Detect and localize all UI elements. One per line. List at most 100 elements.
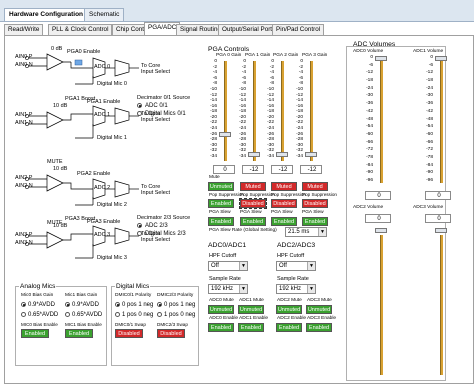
chevron-down-icon: ▼ — [318, 228, 326, 236]
pga1-slew-button[interactable]: Enabled — [240, 217, 266, 226]
adc0-volume-scale-tick-label: -84 — [366, 162, 373, 168]
adc3-mute-button[interactable]: Unmuted — [306, 305, 332, 314]
pga2-scale-tick-label: -34 — [267, 154, 274, 159]
pga0-gain-slider-track[interactable] — [224, 61, 227, 161]
adc1-volume-slider-thumb[interactable] — [435, 56, 447, 61]
dec01-adc-radio[interactable] — [137, 103, 142, 108]
adc1-label: ADC 1 — [94, 112, 111, 118]
adc1-volume-value[interactable]: 0 — [425, 191, 451, 200]
adc1-volume-scale-tick-label: 0 — [430, 55, 433, 60]
pga2-mute-button[interactable]: Muted — [271, 182, 297, 191]
adc0-volume-value[interactable]: 0 — [365, 191, 391, 200]
adc2-mute-button[interactable]: Unmuted — [276, 305, 302, 314]
adc1-mute-label: ADC1 Mute — [239, 298, 264, 303]
mic0-bias-09-radio[interactable] — [21, 302, 26, 307]
pga3-gain-slider-thumb[interactable] — [305, 152, 317, 157]
adc3-volume-slider-track[interactable] — [440, 235, 443, 375]
mic0-bias-enable-label: MIC0 Bias Enable — [21, 322, 58, 327]
dec23-dmic-label: Digital Mics 2/3 — [145, 231, 186, 237]
dmic23-swap-button[interactable]: Disabled — [157, 329, 185, 338]
dmic01-swap-button[interactable]: Disabled — [115, 329, 143, 338]
pga1-gain-value[interactable]: -12 — [242, 165, 264, 174]
pga1-mute-button[interactable]: Muted — [240, 182, 266, 191]
adc2-enable-button[interactable]: Enabled — [276, 323, 302, 332]
adc1-enable-button[interactable]: Enabled — [238, 323, 264, 332]
pga3-mute-button[interactable]: Muted — [302, 182, 328, 191]
adc0-volume-scale-tick-label: -54 — [366, 124, 373, 130]
adc1-enable-label: ADC1 Enable — [239, 316, 269, 321]
adc23-rate-select[interactable]: 192 kHz ▼ — [276, 284, 316, 294]
pga0-pop-button[interactable]: Enabled — [208, 199, 234, 208]
pga2-pop-button[interactable]: Disabled — [271, 199, 297, 208]
pga2-scale-tick-label: -10 — [267, 86, 274, 92]
adc0-volume-scale-tick-label: -48 — [366, 116, 373, 122]
pga2-gain-value[interactable]: -12 — [271, 165, 293, 174]
mic1-bias-065-radio[interactable] — [65, 312, 70, 317]
pga3-pop-label: Pop Suppression — [302, 192, 337, 197]
adc01-rate-select[interactable]: 192 kHz ▼ — [208, 284, 248, 294]
adc1-mute-button[interactable]: Unmuted — [238, 305, 264, 314]
adc2-volume-value[interactable]: 0 — [365, 214, 391, 223]
mic0-bias-enable-button[interactable]: Enabled — [21, 329, 49, 338]
tab-output-serial-port[interactable]: Output/Serial Port — [218, 24, 277, 35]
tab-pll-clock-control[interactable]: PLL & Clock Control — [48, 24, 113, 35]
pga2-slew-button[interactable]: Enabled — [271, 217, 297, 226]
pga2-gain-slider-track[interactable] — [281, 61, 284, 161]
digital-mic-2-label: Digital Mic 2 — [97, 202, 127, 208]
dmic01-pos0-radio[interactable] — [115, 312, 120, 317]
adc0-volume-scale-tick-label: -30 — [366, 93, 373, 99]
adc2-volume-slider-thumb[interactable] — [375, 228, 387, 233]
adc01-hpf-select[interactable]: Off ▼ — [208, 261, 248, 271]
adc3-volume-value[interactable]: 0 — [425, 214, 451, 223]
pga2-gain-slider-thumb[interactable] — [276, 152, 288, 157]
tab-hardware-configuration[interactable]: Hardware Configuration — [4, 8, 89, 21]
mute-label-2: MUTE — [47, 159, 63, 165]
adc0-volume-slider-track[interactable] — [380, 58, 383, 183]
mic1-bias-enable-button[interactable]: Enabled — [65, 329, 93, 338]
pga0-gain-value[interactable]: 0 — [213, 165, 235, 174]
pga3-gain-slider-track[interactable] — [310, 61, 313, 161]
slew-rate-select[interactable]: 21.5 ms ▼ — [285, 227, 327, 237]
tab-read-write[interactable]: Read/Write — [4, 24, 44, 35]
pga0-gain-slider-thumb[interactable] — [219, 132, 231, 137]
dec23-adc-radio[interactable] — [137, 223, 142, 228]
adc0-volume-slider-thumb[interactable] — [375, 56, 387, 61]
pga1-pop-button[interactable]: Disabled — [239, 198, 267, 209]
pga0-gain-label: PGA 0 Gain — [216, 53, 242, 58]
pga3-pop-button[interactable]: Disabled — [302, 199, 328, 208]
adc23-hpf-select[interactable]: Off ▼ — [276, 261, 316, 271]
pga0-mute-button[interactable]: Unmuted — [208, 182, 234, 191]
pga1-scale-tick-label: -10 — [239, 86, 246, 92]
chevron-down-icon: ▼ — [307, 262, 315, 270]
adc23-rate-label: Sample Rate — [277, 276, 309, 282]
pga3-gain-value[interactable]: -12 — [300, 165, 322, 174]
mic0-bias-065-radio[interactable] — [21, 312, 26, 317]
analog-mics-title: Analog Mics — [19, 283, 57, 290]
pga0-slew-button[interactable]: Enabled — [208, 217, 234, 226]
dec01-dmic-radio[interactable] — [137, 111, 142, 116]
tab-pga-adc[interactable]: PGA/ADC — [144, 22, 181, 35]
dmic23-swap-label: DMIC2/3 Swap — [157, 322, 188, 327]
adc3-enable-button[interactable]: Enabled — [306, 323, 332, 332]
pga1-gain-slider-thumb[interactable] — [248, 152, 260, 157]
dec23-dmic-radio[interactable] — [137, 231, 142, 236]
pga-adc-panel: 0 dB AIN0 P AIN0 N PGA0 Enable ADC 0 To … — [4, 35, 474, 384]
adc0-volume-scale-tick-label: 0 — [370, 55, 373, 60]
adc3-volume-slider-thumb[interactable] — [435, 228, 447, 233]
tab-pin-pad-control[interactable]: Pin/Pad Control — [272, 24, 325, 35]
mic1-bias-09-radio[interactable] — [65, 302, 70, 307]
dmic01-pos1-radio[interactable] — [115, 302, 120, 307]
dmic01-pos0-label: 1 pos 0 neg — [122, 312, 154, 318]
adc0-volume-scale-tick-label: -12 — [366, 70, 373, 76]
adc2-volume-slider-track[interactable] — [380, 235, 383, 375]
adc0-mute-button[interactable]: Unmuted — [208, 305, 234, 314]
tab-schematic[interactable]: Schematic — [84, 8, 125, 21]
mic0-bias-gain-label: Mic0 Bias Gain — [21, 293, 54, 298]
adc1-volume-scale: 0 -6 -12 -18 -24 -30 -36 -42 -48 -54 -60 -66 -72 -78 -… — [423, 55, 433, 184]
dmic23-pos0-radio[interactable] — [157, 312, 162, 317]
adc0-enable-button[interactable]: Enabled — [208, 323, 234, 332]
pga3-slew-button[interactable]: Enabled — [302, 217, 328, 226]
pga1-gain-slider-track[interactable] — [253, 61, 256, 161]
dmic23-pos1-radio[interactable] — [157, 302, 162, 307]
adc1-volume-slider-track[interactable] — [440, 58, 443, 183]
